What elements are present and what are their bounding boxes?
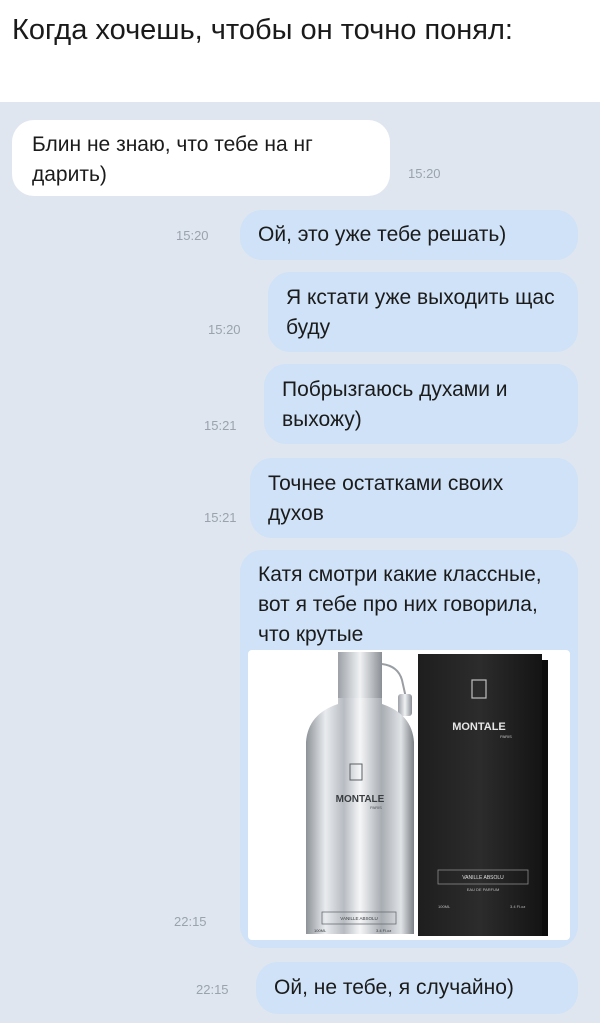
box-product-name: VANILLE ABSOLU <box>462 875 504 881</box>
bottle-floz: 3.4 Fl.oz <box>376 928 391 933</box>
box-brand: MONTALE <box>452 721 506 733</box>
box-volume: 100ML <box>438 904 451 909</box>
box-city: PARIS <box>500 734 512 739</box>
message-text: Точнее остатками своих духов <box>268 472 504 525</box>
message-text: Ой, это уже тебе решать) <box>258 223 507 246</box>
box-product-type: EAU DE PARFUM <box>467 887 500 892</box>
bottle-volume: 100ML <box>314 928 327 933</box>
message-time: 15:21 <box>204 418 237 433</box>
message-outgoing[interactable]: Побрызгаюсь духами и выхожу) <box>264 364 578 444</box>
chain-pendant <box>398 694 412 716</box>
message-outgoing[interactable]: Точнее остатками своих духов <box>250 458 578 538</box>
message-outgoing[interactable]: Ой, не тебе, я случайно) <box>256 962 578 1014</box>
message-text: Я кстати уже выходить щас буду <box>286 286 555 339</box>
perfume-box <box>418 654 542 936</box>
message-time: 22:15 <box>196 982 229 997</box>
message-outgoing[interactable]: Ой, это уже тебе решать) <box>240 210 578 260</box>
bottle-product-name: VANILLE ABSOLU <box>340 916 377 921</box>
message-time: 15:20 <box>176 228 209 243</box>
message-text: Катя смотри какие классные, вот я тебе п… <box>258 563 542 646</box>
message-text: Ой, не тебе, я случайно) <box>274 976 514 999</box>
message-text: Блин не знаю, что тебе на нг дарить) <box>32 133 313 186</box>
bottle-brand: MONTALE <box>336 794 385 805</box>
message-time: 15:21 <box>204 510 237 525</box>
message-time: 22:15 <box>174 914 207 929</box>
perfume-illustration: MONTALE PARIS VANILLE ABSOLU EAU DE PARF… <box>306 652 548 936</box>
perfume-photo[interactable]: MONTALE PARIS VANILLE ABSOLU EAU DE PARF… <box>248 650 570 940</box>
message-text: Побрызгаюсь духами и выхожу) <box>282 378 508 431</box>
message-time: 15:20 <box>408 166 441 181</box>
bottle-cap <box>338 652 382 698</box>
message-outgoing[interactable]: Я кстати уже выходить щас буду <box>268 272 578 352</box>
message-incoming[interactable]: Блин не знаю, что тебе на нг дарить) <box>12 120 390 196</box>
perfume-bottle <box>306 698 414 934</box>
bottle-city: PARIS <box>370 805 382 810</box>
box-floz: 3.4 Fl.oz <box>510 904 525 909</box>
meme-caption: Когда хочешь, чтобы он точно понял: <box>12 14 513 46</box>
message-time: 15:20 <box>208 322 241 337</box>
